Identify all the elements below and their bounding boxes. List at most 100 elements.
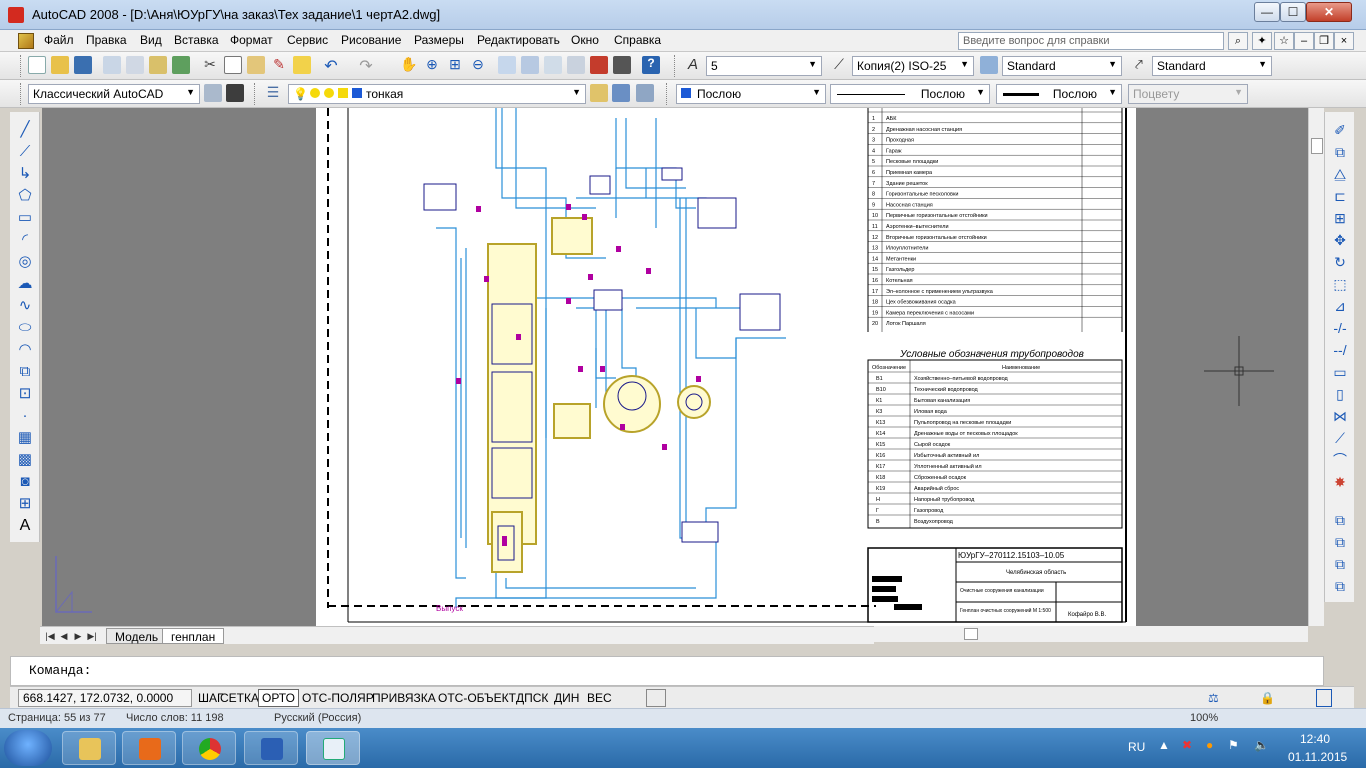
offset-icon[interactable]: ⊏ bbox=[1330, 186, 1350, 206]
layer-select[interactable]: 💡 тонкая ▼ bbox=[288, 84, 586, 104]
spline-icon[interactable]: ∿ bbox=[15, 296, 35, 316]
next-tab-icon[interactable]: ▶ bbox=[72, 629, 84, 643]
menu-help[interactable]: Справка bbox=[614, 33, 661, 47]
clock-date[interactable]: 01.11.2015 bbox=[1288, 750, 1347, 764]
vertical-scrollbar[interactable] bbox=[1308, 108, 1324, 626]
send-under-icon[interactable]: ⧉ bbox=[1330, 576, 1350, 596]
rectangle-icon[interactable]: ▭ bbox=[15, 208, 35, 228]
menu-edit[interactable]: Правка bbox=[86, 33, 127, 47]
circle-icon[interactable]: ◎ bbox=[15, 252, 35, 272]
erase-icon[interactable]: ✐ bbox=[1330, 120, 1350, 140]
workspace-select[interactable]: Классический AutoCAD ▼ bbox=[28, 84, 200, 104]
multileader-style-icon[interactable]: ⤤ bbox=[1130, 56, 1148, 74]
table-style-select[interactable]: Standard ▼ bbox=[1002, 56, 1122, 76]
document-icon[interactable] bbox=[18, 33, 34, 49]
clock-time[interactable]: 12:40 bbox=[1300, 732, 1330, 746]
command-line[interactable]: Команда: bbox=[10, 656, 1324, 686]
flag-icon[interactable]: ⚑ bbox=[1228, 738, 1239, 752]
multileader-style-select[interactable]: Standard ▼ bbox=[1152, 56, 1272, 76]
menu-modify[interactable]: Редактировать bbox=[477, 33, 560, 47]
menu-insert[interactable]: Вставка bbox=[174, 33, 219, 47]
tab-model[interactable]: Модель bbox=[106, 628, 168, 644]
word-language[interactable]: Русский (Россия) bbox=[274, 712, 361, 724]
ellipse-arc-icon[interactable]: ◠ bbox=[15, 340, 35, 360]
3d-dwf-icon[interactable] bbox=[172, 56, 190, 74]
copy-icon[interactable] bbox=[224, 56, 242, 74]
polygon-icon[interactable]: ⬠ bbox=[15, 186, 35, 206]
vertical-scroll-thumb[interactable] bbox=[1311, 138, 1323, 154]
layer-manager-icon[interactable]: ☰ bbox=[264, 84, 282, 102]
zoom-previous-icon[interactable]: ⊖ bbox=[469, 56, 487, 74]
match-properties-icon[interactable]: ✎ bbox=[270, 56, 288, 74]
sheet-set-icon[interactable] bbox=[567, 56, 585, 74]
ducs-toggle[interactable]: ДПСК bbox=[512, 689, 552, 707]
polar-toggle[interactable]: ОТС-ПОЛЯР bbox=[298, 689, 378, 707]
maximize-button[interactable]: ☐ bbox=[1280, 2, 1306, 22]
tray-arrow-icon[interactable]: ▲ bbox=[1158, 738, 1170, 752]
region-icon[interactable]: ◙ bbox=[15, 472, 35, 492]
first-tab-icon[interactable]: |◀ bbox=[44, 629, 56, 643]
scale-icon[interactable]: ⬚ bbox=[1330, 274, 1350, 294]
search-icon[interactable]: ⌕ bbox=[1228, 32, 1248, 50]
save-icon[interactable] bbox=[74, 56, 92, 74]
toolbar-grip[interactable] bbox=[666, 83, 669, 105]
linetype-select[interactable]: Послою ▼ bbox=[830, 84, 990, 104]
my-workspace-icon[interactable] bbox=[226, 84, 244, 102]
undo-icon[interactable]: ↶ bbox=[322, 56, 340, 75]
toolbar-grip[interactable] bbox=[674, 55, 677, 77]
new-file-icon[interactable] bbox=[28, 56, 46, 74]
word-zoom[interactable]: 100% bbox=[1190, 712, 1218, 724]
annotation-scale-icon[interactable]: ⚖ bbox=[1204, 689, 1223, 707]
pan-icon[interactable]: ✋ bbox=[400, 56, 418, 74]
chamfer-icon[interactable]: ⟋ bbox=[1330, 428, 1350, 448]
open-file-icon[interactable] bbox=[51, 56, 69, 74]
explorer-taskbar-button[interactable] bbox=[62, 731, 116, 765]
model-paper-icon[interactable] bbox=[646, 689, 666, 707]
media-player-taskbar-button[interactable] bbox=[122, 731, 176, 765]
rotate-icon[interactable]: ↻ bbox=[1330, 252, 1350, 272]
minimize-button[interactable]: — bbox=[1254, 2, 1280, 22]
hatch-icon[interactable]: ▦ bbox=[15, 428, 35, 448]
grid-toggle[interactable]: СЕТКА bbox=[216, 689, 263, 707]
doc-close-button[interactable]: × bbox=[1334, 32, 1354, 50]
block-editor-icon[interactable] bbox=[293, 56, 311, 74]
menu-draw[interactable]: Рисование bbox=[341, 33, 401, 47]
mirror-icon[interactable]: ⧋ bbox=[1330, 164, 1350, 184]
properties-icon[interactable] bbox=[498, 56, 516, 74]
toolbar-grip[interactable] bbox=[20, 83, 23, 105]
trim-icon[interactable]: -/- bbox=[1330, 318, 1350, 338]
break-at-point-icon[interactable]: ▭ bbox=[1330, 362, 1350, 382]
dyn-toggle[interactable]: ДИН bbox=[550, 689, 583, 707]
text-style-icon[interactable]: A bbox=[684, 56, 702, 74]
publish-icon[interactable] bbox=[149, 56, 167, 74]
tool-palettes-icon[interactable] bbox=[544, 56, 562, 74]
draw-order-front-icon[interactable]: ⧉ bbox=[1330, 510, 1350, 530]
menu-window[interactable]: Окно bbox=[571, 33, 599, 47]
cut-icon[interactable]: ✂ bbox=[201, 56, 219, 74]
point-icon[interactable]: · bbox=[15, 406, 35, 426]
menu-view[interactable]: Вид bbox=[140, 33, 162, 47]
break-icon[interactable]: ▯ bbox=[1330, 384, 1350, 404]
help-search-input[interactable]: Введите вопрос для справки bbox=[958, 32, 1224, 50]
explode-icon[interactable]: ✸ bbox=[1330, 472, 1350, 492]
construction-line-icon[interactable]: ⟋ bbox=[15, 142, 35, 162]
design-center-icon[interactable] bbox=[521, 56, 539, 74]
prev-tab-icon[interactable]: ◀ bbox=[58, 629, 70, 643]
markup-icon[interactable] bbox=[590, 56, 608, 74]
menu-dimension[interactable]: Размеры bbox=[414, 33, 464, 47]
doc-restore-button[interactable]: ❐ bbox=[1314, 32, 1334, 50]
favorites-icon[interactable]: ☆ bbox=[1274, 32, 1294, 50]
security-icon[interactable]: ● bbox=[1206, 738, 1213, 752]
paste-icon[interactable] bbox=[247, 56, 265, 74]
autocad-app-icon[interactable] bbox=[8, 7, 24, 23]
tab-layout-genplan[interactable]: генплан bbox=[162, 628, 225, 644]
zoom-window-icon[interactable]: ⊞ bbox=[446, 56, 464, 74]
menu-file[interactable]: Файл bbox=[44, 33, 74, 47]
lock-icon[interactable]: 🔒 bbox=[1256, 689, 1279, 707]
calculator-icon[interactable] bbox=[613, 56, 631, 74]
lineweight-toggle[interactable]: ВЕС bbox=[583, 689, 616, 707]
extend-icon[interactable]: --/ bbox=[1330, 340, 1350, 360]
menu-tools[interactable]: Сервис bbox=[287, 33, 328, 47]
command-prompt[interactable]: Команда: bbox=[11, 657, 1323, 684]
word-taskbar-button[interactable] bbox=[244, 731, 298, 765]
